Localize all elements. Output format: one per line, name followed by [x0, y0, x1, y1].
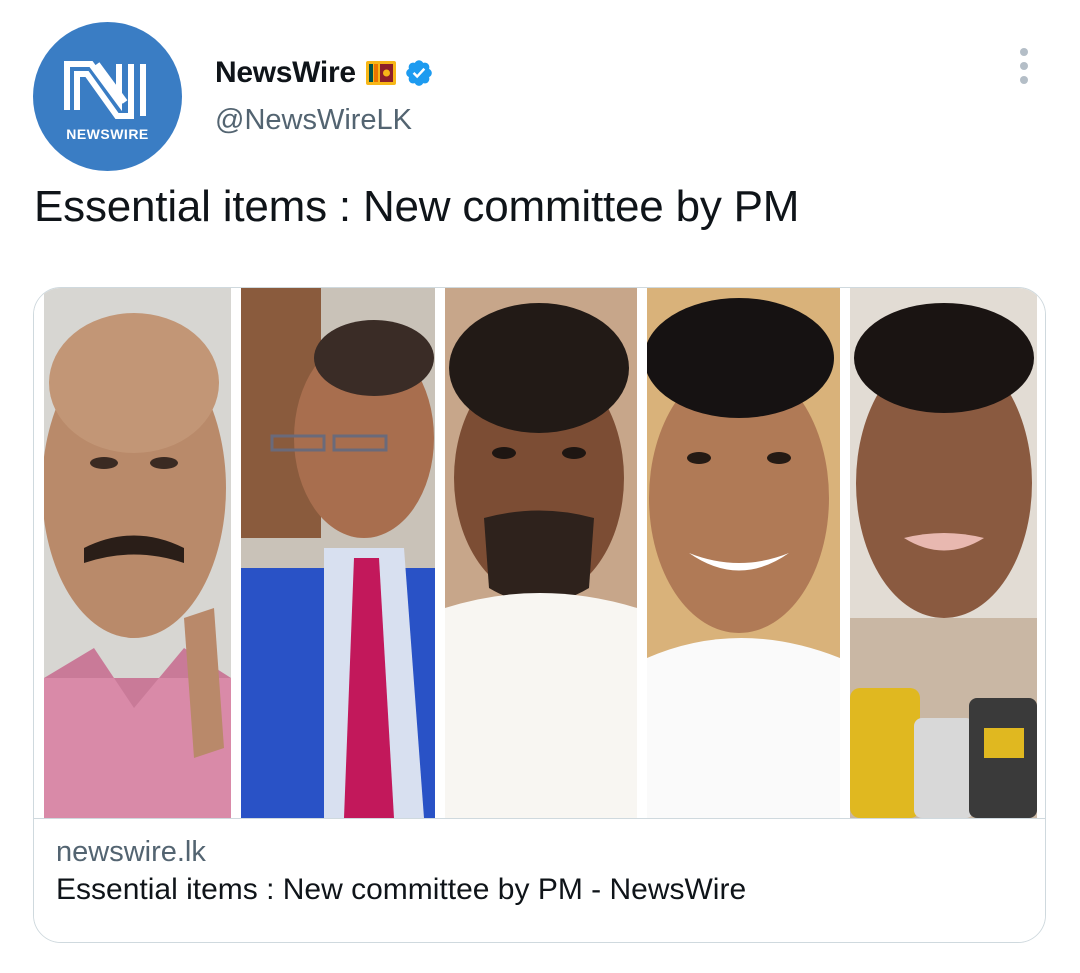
photo-panel-5 [850, 288, 1037, 818]
account-handle[interactable]: @NewsWireLK [215, 104, 412, 137]
link-title: Essential items : New committee by PM - … [56, 873, 747, 906]
account-avatar[interactable]: NEWSWIRE [33, 22, 182, 171]
collage-image [34, 288, 1045, 818]
tweet-text: Essential items : New committee by PM [34, 182, 800, 231]
link-card-footer: newswire.lk Essential items : New commit… [34, 818, 1045, 942]
more-options-icon [1020, 48, 1028, 56]
photo-panel-1 [42, 288, 231, 818]
verified-badge-icon [405, 60, 432, 86]
sri-lanka-flag-icon [365, 61, 396, 85]
link-domain: newswire.lk [56, 836, 206, 868]
photo-panel-4 [644, 288, 840, 818]
avatar-label: NEWSWIRE [66, 126, 149, 142]
link-preview-image [34, 288, 1045, 818]
more-options-dot [1020, 76, 1028, 84]
photo-panel-2 [241, 288, 435, 818]
link-preview-card[interactable]: newswire.lk Essential items : New commit… [33, 287, 1046, 943]
more-options-button[interactable] [1006, 44, 1042, 88]
account-name-row: NewsWire [215, 54, 434, 92]
display-name[interactable]: NewsWire [215, 56, 356, 90]
more-options-dot [1020, 62, 1028, 70]
photo-panel-3 [445, 288, 637, 818]
newswire-logo [64, 61, 146, 119]
